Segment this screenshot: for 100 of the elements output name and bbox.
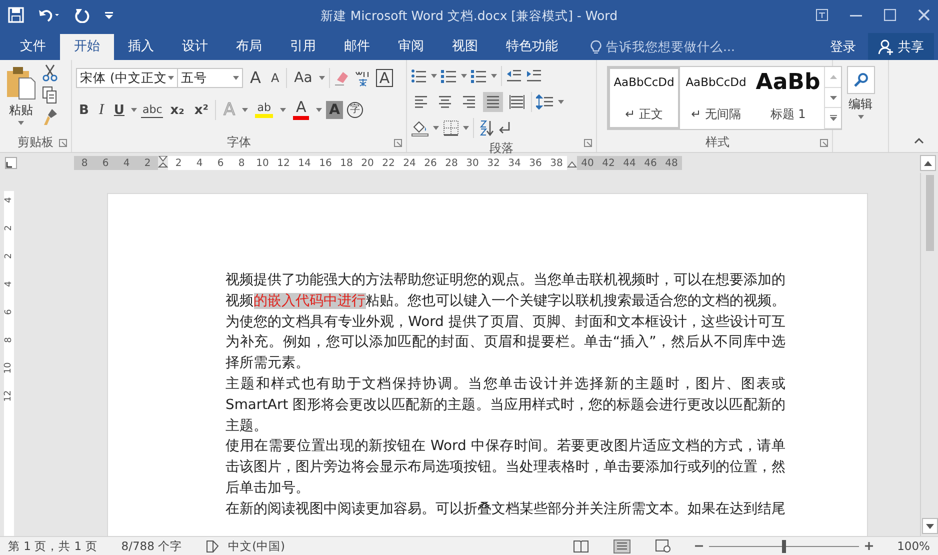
- vertical-scrollbar[interactable]: [920, 173, 938, 536]
- font-name-dropdown[interactable]: 宋体 (中文正文: [76, 68, 178, 88]
- share-button[interactable]: 共享: [868, 33, 934, 60]
- scroll-up-button[interactable]: [920, 155, 936, 171]
- word-count[interactable]: 8/788 个字: [121, 538, 182, 554]
- character-border-button[interactable]: A: [376, 69, 393, 87]
- change-case-button[interactable]: Aa: [291, 67, 316, 89]
- character-shading-button[interactable]: A: [326, 101, 343, 119]
- language-status[interactable]: 中文(中国): [228, 538, 286, 554]
- group-label: 段落: [490, 140, 514, 156]
- dialog-launcher-icon[interactable]: [820, 139, 828, 147]
- customize-icon[interactable]: [104, 10, 114, 20]
- maximize-icon[interactable]: [884, 9, 896, 21]
- borders-icon[interactable]: [443, 120, 459, 136]
- ruler-number: 8: [4, 337, 14, 343]
- lines-icon: [509, 94, 525, 110]
- caret-icon[interactable]: [433, 126, 439, 130]
- caret-icon[interactable]: [558, 100, 564, 104]
- grow-font-button[interactable]: A: [247, 67, 264, 89]
- tab-selector[interactable]: [5, 157, 17, 169]
- zoom-slider-thumb[interactable]: [782, 540, 786, 552]
- ribbon-tab[interactable]: 插入: [114, 34, 168, 60]
- copy-icon[interactable]: [42, 86, 58, 104]
- paragraph: 使用在需要位置出现的新按钮在 Word 中保存时间。若要更改图片适应文档的方式，请单击该图片，图片旁边将会显示布局选项按钮。当处理表格时，单击要添加行或列的位置，然后单击加号。: [226, 437, 786, 498]
- ribbon-display-icon[interactable]: [816, 9, 828, 21]
- ruler-number: 44: [622, 158, 637, 168]
- decrease-indent-icon[interactable]: [506, 68, 522, 84]
- paintbrush-icon[interactable]: [42, 108, 58, 126]
- page-count[interactable]: 第 1 页，共 1 页: [8, 538, 98, 554]
- bold-button[interactable]: B: [76, 99, 92, 121]
- read-mode-icon[interactable]: [573, 540, 590, 552]
- clipboard-icon: [6, 66, 36, 100]
- redo-icon[interactable]: [74, 7, 90, 23]
- ruler-number: 24: [402, 158, 417, 168]
- web-layout-icon[interactable]: [655, 539, 672, 553]
- ruler-number: 38: [549, 158, 564, 168]
- ribbon-tab[interactable]: 布局: [222, 34, 276, 60]
- multilevel-list-icon[interactable]: [471, 68, 487, 84]
- undo-icon[interactable]: [38, 7, 60, 23]
- caret-icon[interactable]: [491, 74, 497, 78]
- print-layout-icon[interactable]: [613, 538, 632, 554]
- caret-icon[interactable]: [316, 108, 322, 112]
- distributed-button[interactable]: [507, 92, 527, 112]
- collapse-ribbon-icon[interactable]: [914, 138, 924, 144]
- font-size-dropdown[interactable]: 五号: [177, 68, 243, 88]
- ribbon-tab[interactable]: 特色功能: [492, 34, 572, 60]
- bullets-icon[interactable]: [411, 68, 427, 84]
- dialog-launcher-icon[interactable]: [584, 139, 592, 147]
- ribbon-tab[interactable]: 审阅: [384, 34, 438, 60]
- tell-me-field[interactable]: 告诉我您想要做什么...: [590, 34, 735, 60]
- increase-indent-icon[interactable]: [526, 68, 542, 84]
- caret-icon[interactable]: [431, 74, 437, 78]
- numbering-icon[interactable]: [441, 68, 457, 84]
- caret-icon[interactable]: [463, 126, 469, 130]
- ribbon-tab[interactable]: 邮件: [330, 34, 384, 60]
- sign-in-button[interactable]: 登录: [818, 34, 868, 60]
- ribbon-tab[interactable]: 设计: [168, 34, 222, 60]
- ruler-number: 48: [664, 158, 679, 168]
- close-icon[interactable]: [918, 9, 930, 21]
- proofing-icon[interactable]: [206, 540, 220, 552]
- editing-button[interactable]: 编辑: [837, 64, 884, 121]
- superscript-button[interactable]: x²: [191, 99, 212, 121]
- ribbon-tab[interactable]: 视图: [438, 34, 492, 60]
- caret-icon[interactable]: [131, 108, 138, 112]
- style-item[interactable]: AaBbCcDd ↵ 正文: [608, 67, 680, 129]
- more-styles-icon[interactable]: [830, 115, 836, 122]
- scroll-down-icon[interactable]: [830, 96, 836, 100]
- dialog-launcher-icon[interactable]: [394, 139, 402, 147]
- underline-button[interactable]: U: [110, 99, 128, 121]
- enclose-characters-button[interactable]: 字: [346, 102, 363, 118]
- dialog-launcher-icon[interactable]: [59, 139, 67, 147]
- highlight-button[interactable]: ab: [252, 99, 276, 121]
- scissors-icon[interactable]: [42, 64, 58, 82]
- zoom-in-icon[interactable]: [865, 542, 874, 550]
- caret-icon[interactable]: [168, 76, 174, 80]
- caret-icon[interactable]: [233, 76, 239, 80]
- ribbon-tab[interactable]: 开始: [60, 34, 114, 60]
- arrow-down-icon[interactable]: [926, 524, 934, 528]
- paragraph-mark-icon[interactable]: [498, 120, 512, 136]
- caret-icon[interactable]: [461, 74, 467, 78]
- zoom-level[interactable]: 100%: [897, 539, 930, 553]
- ruler-number: 4: [4, 281, 14, 287]
- shading-bucket-icon[interactable]: [411, 119, 429, 137]
- italic-button[interactable]: I: [96, 99, 107, 121]
- font-color-button[interactable]: A: [290, 99, 312, 121]
- ribbon-tab[interactable]: 文件: [6, 34, 60, 60]
- save-icon[interactable]: [8, 7, 24, 23]
- caret-icon[interactable]: [280, 108, 286, 112]
- scrollbar-thumb[interactable]: [926, 175, 934, 251]
- sort-icon[interactable]: [478, 119, 494, 137]
- caret-icon[interactable]: [242, 108, 248, 112]
- paste-button[interactable]: 粘贴: [4, 64, 38, 134]
- line-spacing-icon[interactable]: [536, 94, 554, 110]
- group-label: 字体: [227, 134, 251, 151]
- caret-icon[interactable]: [319, 76, 326, 80]
- justify-button[interactable]: [483, 92, 503, 112]
- shrink-font-button[interactable]: A: [268, 67, 282, 89]
- strikethrough-button[interactable]: abc: [141, 102, 164, 118]
- ribbon-tab[interactable]: 引用: [276, 34, 330, 60]
- subscript-button[interactable]: x₂: [167, 99, 188, 121]
